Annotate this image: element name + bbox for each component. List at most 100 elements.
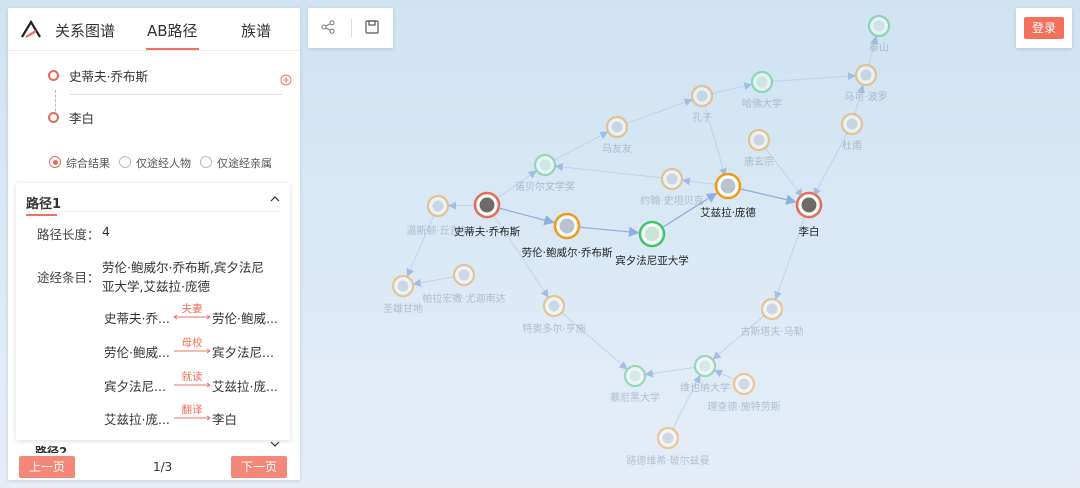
relation-from: 劳伦·鲍威... <box>104 345 170 360</box>
graph-node-gandhi[interactable]: 圣雄甘地 <box>383 274 423 315</box>
graph-node-theodore[interactable]: 特奥多尔·亨施 <box>522 294 586 335</box>
avatar <box>666 173 678 185</box>
graph-node-wittgen[interactable]: 路德维希·玻尔兹曼 <box>626 426 710 467</box>
node-label: 泰山 <box>869 41 889 54</box>
relation-to: 艾兹拉·庞... <box>212 379 278 394</box>
logo-icon <box>21 20 41 38</box>
graph-edge <box>626 98 693 125</box>
graph-edge <box>406 214 435 277</box>
graph-edge <box>740 188 797 205</box>
end-input[interactable]: 李白 <box>69 108 94 127</box>
start-dot-icon <box>48 70 59 81</box>
relation-to: 劳伦·鲍威... <box>212 311 278 326</box>
graph-edge <box>447 201 478 210</box>
graph-edge <box>764 147 803 198</box>
login-button[interactable]: 登录 <box>1024 17 1064 39</box>
path-length-value: 4 <box>102 224 110 239</box>
filter-label-persons[interactable]: 仅途经人物 <box>136 155 191 171</box>
graph-node-gutai[interactable]: 古斯塔夫·马勒 <box>740 297 804 338</box>
graph-node-munich[interactable]: 慕尼黑大学 <box>610 364 660 404</box>
avatar <box>559 218 575 234</box>
graph-node-penn[interactable]: 宾夕法尼亚大学 <box>615 220 689 267</box>
divider <box>351 18 352 38</box>
tab-relationship-graph[interactable]: 关系图谱 <box>55 20 115 41</box>
avatar <box>629 370 641 382</box>
via-label: 途经条目： <box>37 270 100 285</box>
filter-radio-all[interactable] <box>49 156 61 168</box>
graph-edge <box>499 207 555 226</box>
graph-edge <box>771 72 857 82</box>
avatar <box>846 118 858 130</box>
save-icon[interactable] <box>365 20 379 34</box>
avatar <box>873 20 885 32</box>
tab-bar: 关系图谱 AB路径 族谱 <box>8 8 300 51</box>
filter-label-all[interactable]: 综合结果 <box>66 155 110 171</box>
path-length-label: 路径长度： <box>37 227 100 242</box>
graph-node-beethoven[interactable]: 约翰·史坦贝克 <box>640 167 704 207</box>
path-title[interactable]: 路径1 <box>26 193 61 216</box>
filter-radio-relatives[interactable] <box>200 156 212 168</box>
avatar <box>766 303 778 315</box>
avatar <box>479 197 495 213</box>
next-page-button[interactable]: 下一页 <box>231 456 287 478</box>
node-label: 劳伦·鲍威尔·乔布斯 <box>522 246 613 259</box>
graph-edge <box>714 369 736 381</box>
arrow-right-icon <box>174 382 211 388</box>
graph-node-tangxuanzong[interactable]: 唐玄宗 <box>744 128 774 168</box>
node-label: 圣雄甘地 <box>383 302 423 315</box>
avatar <box>662 432 674 444</box>
chevron-up-icon[interactable] <box>270 196 280 202</box>
node-label: 路德维希·玻尔兹曼 <box>626 454 709 467</box>
graph-node-vienna[interactable]: 维也纳大学 <box>680 354 730 394</box>
add-circle-icon[interactable] <box>280 74 292 86</box>
relation-to: 宾夕法尼... <box>212 345 274 360</box>
graph-node-harvard[interactable]: 哈佛大学 <box>742 70 782 110</box>
graph-edge <box>681 177 719 186</box>
graph-node-confucius[interactable]: 孔子 <box>690 84 714 124</box>
avatar <box>611 121 623 133</box>
node-label: 哈佛大学 <box>742 97 782 110</box>
node-label: 帕拉宏撒·尤迦南达 <box>422 292 505 305</box>
node-label: 诺贝尔文学奖 <box>515 180 575 193</box>
graph-node-taishan[interactable]: 泰山 <box>867 14 891 54</box>
graph-node-dufu[interactable]: 杜甫 <box>840 112 864 152</box>
relation-from: 史蒂夫·乔... <box>104 311 170 326</box>
relation-from: 艾兹拉·庞... <box>104 412 170 427</box>
share-icon[interactable] <box>321 20 335 34</box>
graph-node-plato[interactable]: 帕拉宏撒·尤迦南达 <box>422 263 506 305</box>
node-label: 特奥多尔·亨施 <box>522 322 585 335</box>
graph-node-pound[interactable]: 艾兹拉·庞德 <box>700 172 756 219</box>
relation-connector: 夫妻 <box>173 301 211 323</box>
prev-page-button[interactable]: 上一页 <box>19 456 75 478</box>
double-arrow-icon <box>173 314 211 320</box>
login-container: 登录 <box>1016 8 1072 48</box>
tab-ab-path[interactable]: AB路径 <box>146 20 199 50</box>
graph-node-libai[interactable]: 李白 <box>795 191 823 238</box>
chevron-down-icon[interactable] <box>270 441 280 447</box>
graph-node-polo[interactable]: 马可·波罗 <box>844 63 888 103</box>
start-input[interactable]: 史蒂夫·乔布斯 <box>69 66 148 85</box>
arrow-right-icon <box>174 348 211 354</box>
via-line-2: 亚大学,艾兹拉·庞德 <box>102 279 210 294</box>
via-line-1: 劳伦·鲍威尔·乔布斯,宾夕法尼 <box>102 260 264 275</box>
avatar <box>699 360 711 372</box>
filter-radio-persons[interactable] <box>119 156 131 168</box>
avatar <box>860 69 872 81</box>
node-label: 唐玄宗 <box>744 155 774 168</box>
tab-genealogy[interactable]: 族谱 <box>241 20 271 41</box>
node-label: 马可·波罗 <box>844 90 887 103</box>
filter-label-relatives[interactable]: 仅途经亲属 <box>217 155 272 171</box>
divider <box>70 94 282 95</box>
graph-node-lauren[interactable]: 劳伦·鲍威尔·乔布斯 <box>522 212 613 259</box>
node-label: 宾夕法尼亚大学 <box>615 254 689 267</box>
node-label: 维也纳大学 <box>680 381 730 394</box>
node-label: 杜甫 <box>842 139 862 152</box>
avatar <box>432 200 444 212</box>
page-indicator: 1/3 <box>153 460 173 474</box>
node-label: 古斯塔夫·马勒 <box>740 325 803 338</box>
graph-node-nobel[interactable]: 诺贝尔文学奖 <box>515 153 575 193</box>
path-title-2[interactable]: 路径2 <box>35 443 75 453</box>
relation-to: 李白 <box>212 412 238 427</box>
graph-node-wendel[interactable]: 温斯顿·丘吉尔 <box>406 194 470 237</box>
node-label: 约翰·史坦贝克 <box>640 194 703 207</box>
